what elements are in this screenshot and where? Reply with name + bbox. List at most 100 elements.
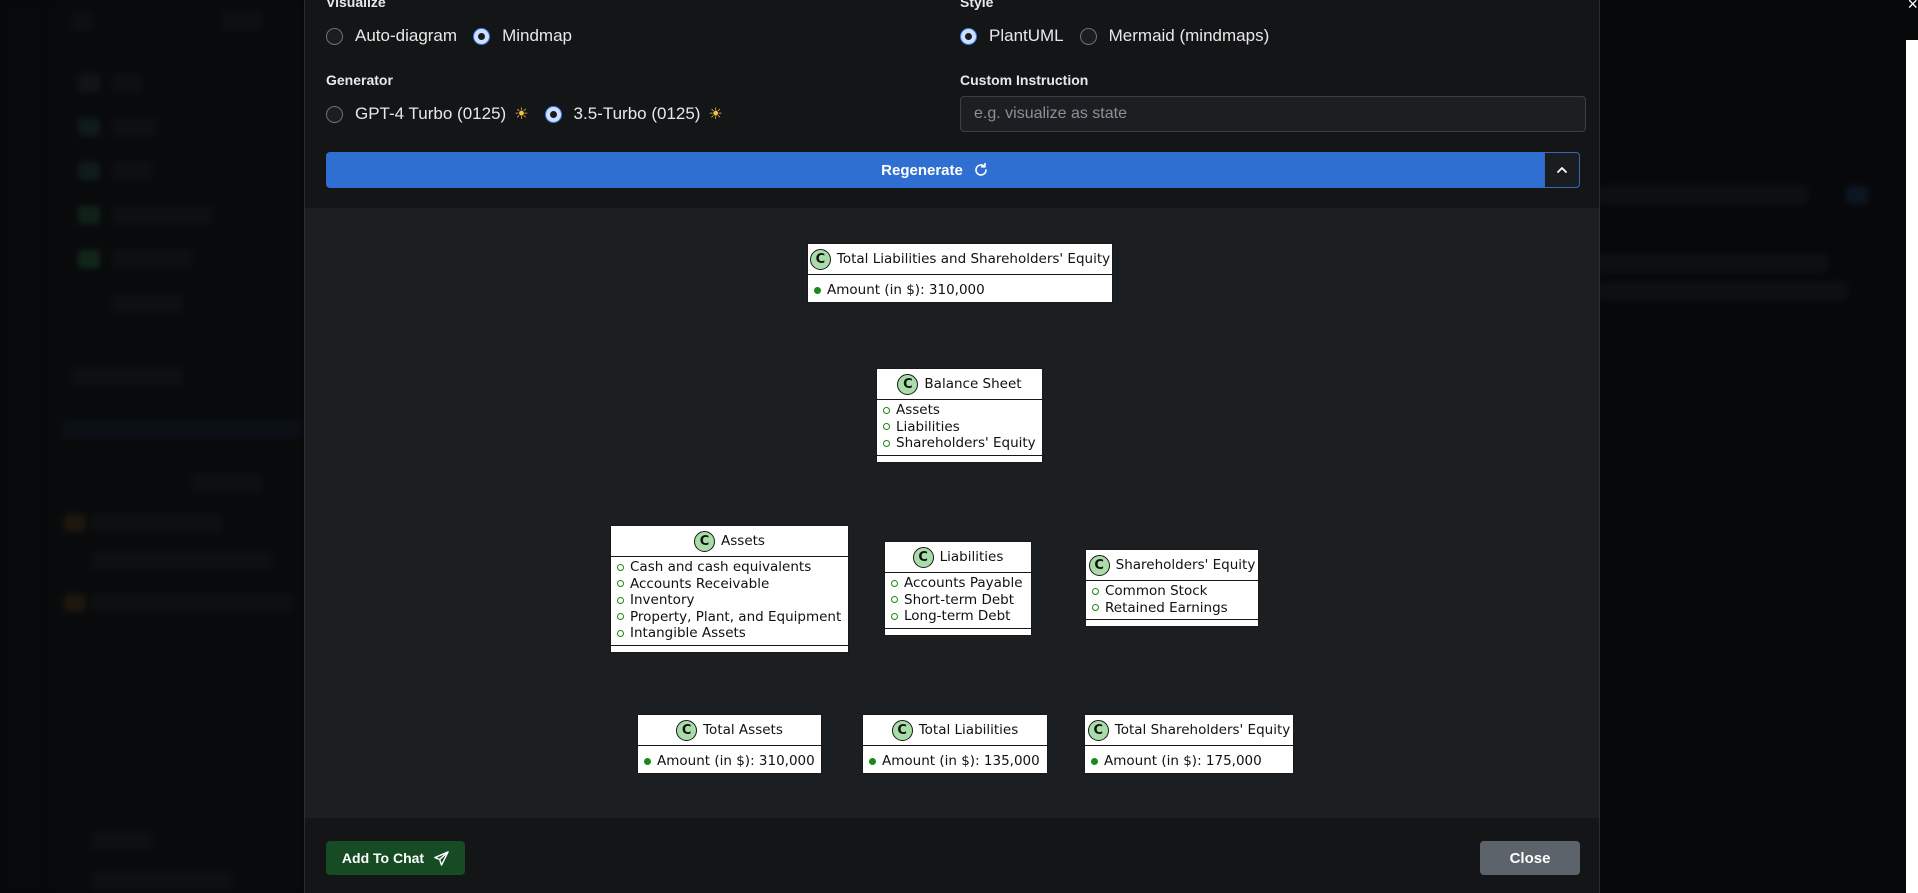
class-header: C Assets [611,526,848,557]
custom-instruction-label: Custom Instruction [960,72,1089,88]
class-total-liabilities-and-equity: C Total Liabilities and Shareholders' Eq… [807,243,1113,303]
class-fields: Amount (in $): 310,000 [808,275,1112,302]
class-method: Accounts Receivable [617,576,844,593]
class-method: Cash and cash equivalents [617,559,844,576]
chevron-up-icon [1557,167,1567,173]
regenerate-label: Regenerate [881,161,963,179]
class-badge-icon: C [891,719,913,741]
visualize-option-mindmap[interactable]: Mindmap [473,26,572,46]
class-title: Shareholders' Equity [1115,557,1256,573]
class-fields: Amount (in $): 310,000 [638,746,821,773]
class-fields: Amount (in $): 135,000 [863,746,1047,773]
sun-icon: ☀ [514,106,529,123]
class-divider [877,454,1042,462]
diagram-canvas: C Total Liabilities and Shareholders' Eq… [305,208,1599,818]
style-option-mermaid[interactable]: Mermaid (mindmaps) [1079,26,1270,46]
option-label: GPT-4 Turbo (0125) [355,104,507,123]
class-badge-icon: C [694,530,716,552]
regenerate-button[interactable]: Regenerate [326,152,1544,188]
visualize-options: Auto-diagram Mindmap [326,26,588,46]
class-divider [1086,619,1258,626]
class-liabilities: C Liabilities Accounts Payable Short-ter… [884,541,1032,636]
class-total-shareholders-equity: C Total Shareholders' Equity Amount (in … [1084,714,1294,774]
close-label: Close [1509,849,1551,867]
option-label: 3.5-Turbo (0125) [573,104,701,123]
class-method: Inventory [617,592,844,609]
class-methods: Common Stock Retained Earnings [1086,581,1258,619]
add-to-chat-label: Add To Chat [341,850,425,866]
visualize-modal: Visualize Auto-diagram Mindmap Style Pla… [304,0,1600,893]
refresh-icon [975,162,987,176]
class-method: Retained Earnings [1092,600,1254,617]
class-method: Common Stock [1092,583,1254,600]
class-methods: Accounts Payable Short-term Debt Long-te… [885,573,1031,628]
visualize-option-auto-diagram[interactable]: Auto-diagram [326,26,457,46]
style-option-plantuml[interactable]: PlantUML [960,26,1064,46]
class-methods: Cash and cash equivalents Accounts Recei… [611,557,848,645]
class-header: C Total Liabilities and Shareholders' Eq… [808,244,1112,275]
radio-plantuml[interactable] [960,27,977,45]
custom-instruction-input[interactable] [960,96,1586,132]
class-badge-icon: C [1088,554,1110,576]
class-badge-icon: C [897,373,919,395]
class-method: Long-term Debt [891,608,1027,625]
sun-icon: ☀ [708,106,723,123]
class-title: Total Assets [703,722,783,738]
class-method: Short-term Debt [891,592,1027,609]
class-method: Accounts Payable [891,575,1027,592]
option-label: Mermaid (mindmaps) [1108,26,1270,45]
class-header: C Total Assets [638,715,821,746]
class-shareholders-equity: C Shareholders' Equity Common Stock Reta… [1085,549,1259,627]
page-scrollbar[interactable] [1906,40,1918,893]
close-icon[interactable]: × [1907,0,1918,15]
radio-mindmap[interactable] [473,27,491,45]
class-title: Total Liabilities and Shareholders' Equi… [836,251,1111,267]
generator-label: Generator [326,72,393,88]
class-badge-icon: C [809,248,831,270]
class-header: C Total Liabilities [863,715,1047,746]
class-fields: Amount (in $): 175,000 [1085,746,1293,773]
class-methods: Assets Liabilities Shareholders' Equity [877,400,1042,455]
close-button[interactable]: Close [1480,841,1580,875]
class-header: C Balance Sheet [877,369,1042,400]
class-title: Liabilities [939,549,1004,565]
regenerate-options-toggle[interactable] [1544,152,1580,188]
radio-mermaid[interactable] [1079,27,1097,45]
class-title: Total Shareholders' Equity [1114,722,1291,738]
class-method: Liabilities [883,419,1038,436]
generator-option-gpt4-turbo[interactable]: GPT-4 Turbo (0125) ☀ [326,104,529,124]
class-field: Amount (in $): 310,000 [644,753,817,770]
visualize-label: Visualize [326,0,386,10]
class-header: C Liabilities [885,542,1031,573]
class-title: Assets [721,533,765,549]
class-field: Amount (in $): 135,000 [869,753,1043,770]
class-method: Property, Plant, and Equipment [617,609,844,626]
class-total-assets: C Total Assets Amount (in $): 310,000 [637,714,822,774]
class-header: C Total Shareholders' Equity [1085,715,1293,746]
send-icon [434,850,449,866]
add-to-chat-button[interactable]: Add To Chat [326,841,465,875]
radio-auto-diagram[interactable] [326,27,343,45]
class-title: Total Liabilities [918,722,1019,738]
class-divider [885,627,1031,635]
class-header: C Shareholders' Equity [1086,550,1258,581]
class-assets: C Assets Cash and cash equivalents Accou… [610,525,849,653]
class-method: Assets [883,402,1038,419]
class-method: Intangible Assets [617,625,844,642]
class-field: Amount (in $): 175,000 [1091,753,1289,770]
radio-gpt4-turbo[interactable] [326,105,343,123]
class-badge-icon: C [676,719,698,741]
option-label: PlantUML [989,26,1064,45]
class-method: Shareholders' Equity [883,435,1038,452]
class-badge-icon: C [1087,719,1109,741]
generator-options: GPT-4 Turbo (0125) ☀ 3.5-Turbo (0125) ☀ [326,104,739,124]
generator-option-35-turbo[interactable]: 3.5-Turbo (0125) ☀ [544,104,723,124]
option-label: Auto-diagram [355,26,458,45]
class-divider [611,644,848,652]
style-label: Style [960,0,994,10]
class-field: Amount (in $): 310,000 [814,282,1108,299]
class-badge-icon: C [912,546,934,568]
radio-35-turbo[interactable] [544,105,562,123]
class-balance-sheet: C Balance Sheet Assets Liabilities Share… [876,368,1043,463]
style-options: PlantUML Mermaid (mindmaps) [960,26,1285,46]
